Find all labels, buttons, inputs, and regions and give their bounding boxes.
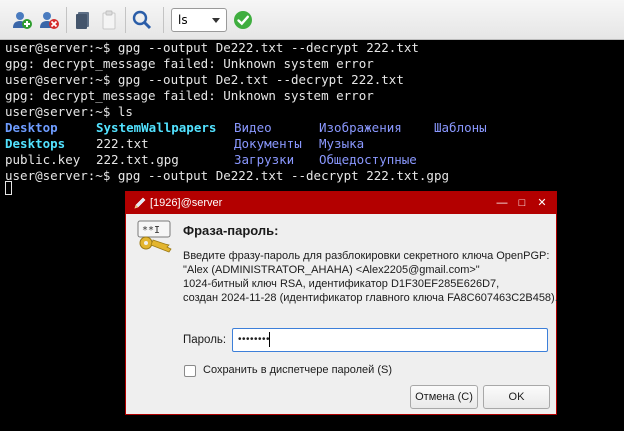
terminal-line: gpg: decrypt_message failed: Unknown sys… [5, 88, 374, 103]
terminal-line: user@server:~$ ls [5, 104, 133, 119]
add-user-icon [13, 12, 32, 29]
terminal-line: user@server:~$ gpg --output De2.txt --de… [5, 72, 404, 87]
confirm-icon [234, 11, 252, 29]
ls-entry: Шаблоны [434, 120, 487, 135]
terminal-line: user@server:~$ gpg --output De222.txt --… [5, 40, 419, 55]
remove-user-button[interactable] [37, 8, 61, 32]
ls-entry: Изображения [319, 120, 402, 135]
search-button[interactable] [130, 8, 154, 32]
ls-entry: Desktops [5, 136, 66, 151]
toolbar-separator [125, 7, 126, 33]
remove-user-icon [40, 12, 59, 29]
minimize-icon: — [496, 197, 508, 209]
dialog-description-line: "Alex (ADMINISTRATOR_AHAHA) <Alex2205@gm… [183, 264, 480, 276]
save-password-checkbox[interactable] [184, 365, 196, 377]
copy-icon [76, 12, 89, 29]
maximize-button[interactable]: □ [514, 195, 530, 211]
add-user-button[interactable] [10, 8, 34, 32]
command-select-value: ls [178, 13, 188, 27]
maximize-icon: □ [518, 197, 526, 209]
toolbar-separator [66, 7, 67, 33]
toolbar-separator [163, 7, 164, 33]
dialog-description-line: Введите фразу-пароль для разблокировки с… [183, 250, 550, 262]
cancel-button[interactable]: Отмена (C) [410, 385, 478, 409]
save-password-label[interactable]: Сохранить в диспетчере паролей (S) [203, 364, 392, 376]
ls-entry: Загрузки [234, 152, 295, 167]
dialog-description-line: 1024-битный ключ RSA, идентификатор D1F3… [183, 278, 500, 290]
terminal-cursor [5, 181, 12, 195]
ls-entry: Desktop [5, 120, 58, 135]
copy-button[interactable] [71, 8, 95, 32]
ls-entry: public.key [5, 152, 81, 167]
dialog-title: [1926]@server [150, 197, 223, 209]
ls-entry: Документы [234, 136, 302, 151]
chevron-down-icon [212, 18, 220, 23]
terminal-line: user@server:~$ gpg --output De222.txt --… [5, 168, 450, 183]
close-button[interactable]: ✕ [534, 195, 550, 211]
close-icon: ✕ [537, 197, 547, 209]
password-label: Пароль: [183, 334, 227, 346]
paste-button[interactable] [97, 8, 121, 32]
dialog-heading: Фраза-пароль: [183, 223, 279, 238]
pencil-icon [134, 197, 146, 209]
terminal-line: gpg: decrypt_message failed: Unknown sys… [5, 56, 374, 71]
ls-entry: Музыка [319, 136, 365, 151]
ls-entry: Общедоступные [319, 152, 417, 167]
search-icon [132, 10, 152, 30]
toolbar: ls [0, 0, 624, 40]
passphrase-dialog: [1926]@server — □ ✕ **I Фраза-пароль: Вв… [125, 191, 558, 415]
password-input[interactable]: •••••••• [232, 328, 548, 352]
ls-entry: Видео [234, 120, 272, 135]
paste-icon [102, 10, 116, 30]
ok-button[interactable]: OK [483, 385, 550, 409]
svg-text:**I: **I [142, 225, 160, 236]
command-select[interactable]: ls [171, 8, 227, 32]
ls-entry: SystemWallpapers [96, 120, 217, 135]
dialog-description-line: создан 2024-11-28 (идентификатор главног… [183, 292, 558, 304]
minimize-button[interactable]: — [494, 195, 510, 211]
key-icon: **I [137, 220, 172, 253]
ls-entry: 222.txt.gpg [96, 152, 179, 167]
confirm-button[interactable] [231, 8, 255, 32]
password-value: •••••••• [238, 334, 271, 345]
text-caret [269, 332, 270, 347]
ls-entry: 222.txt [96, 136, 149, 151]
dialog-titlebar[interactable]: [1926]@server — □ ✕ [126, 192, 556, 214]
